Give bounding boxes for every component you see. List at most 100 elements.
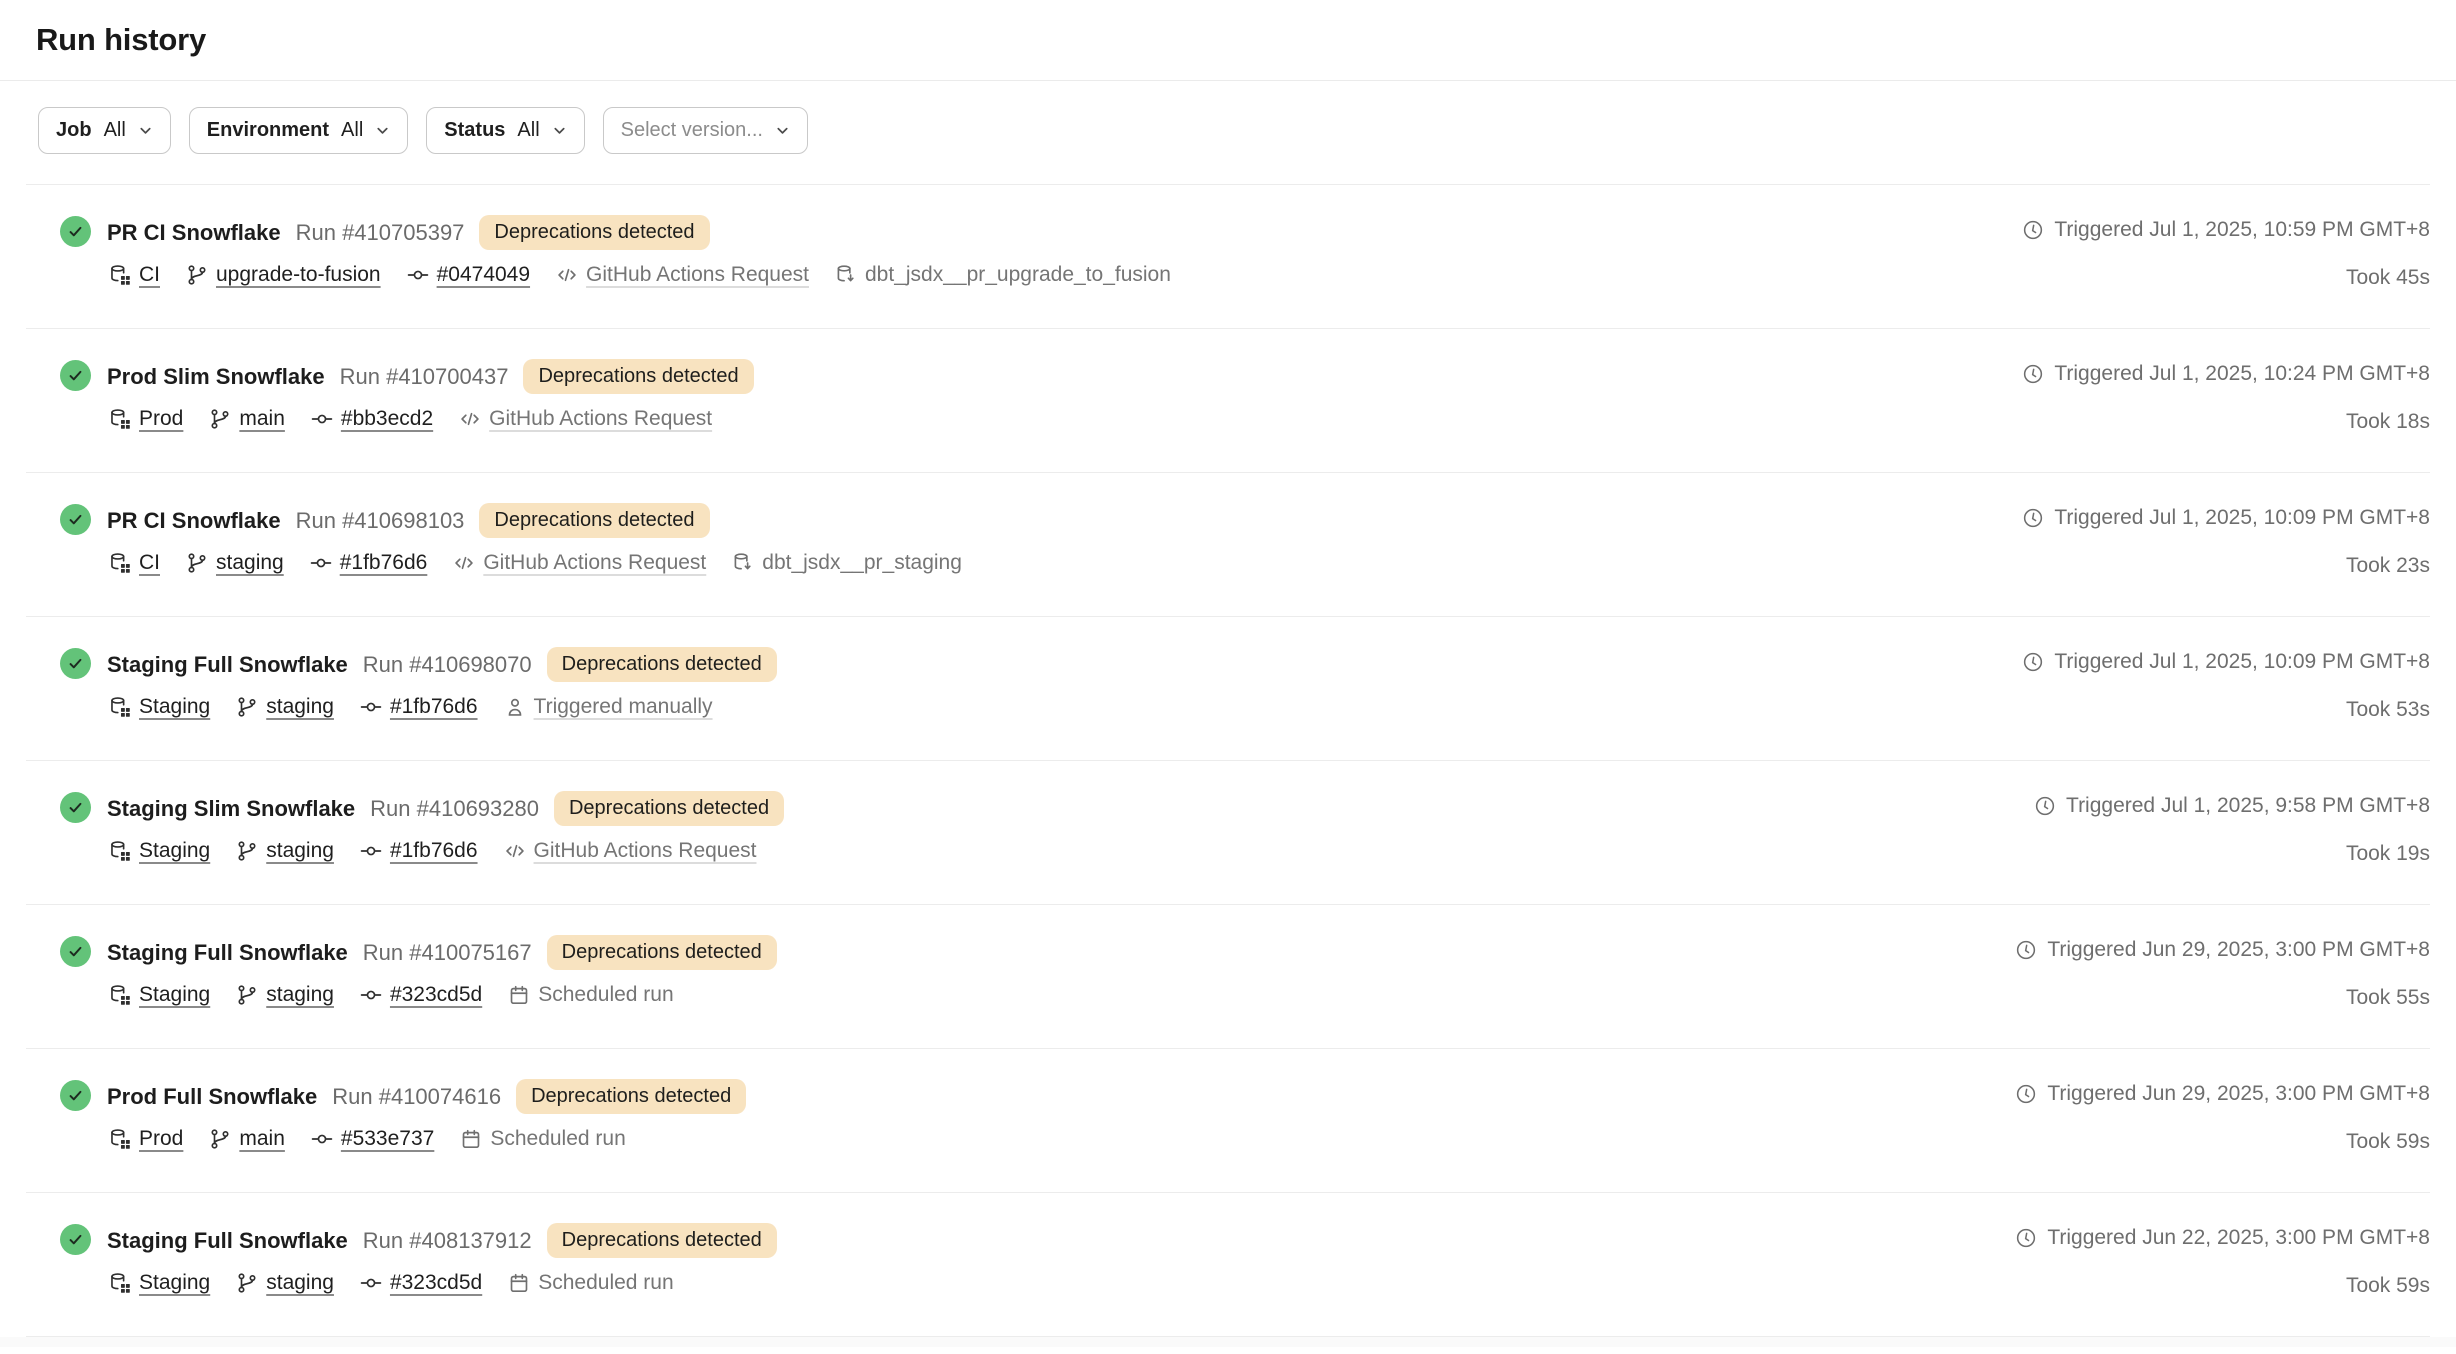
run-row: Staging Full Snowflake Run #410075167 De… bbox=[26, 905, 2430, 1049]
commit-link[interactable]: #1fb76d6 bbox=[390, 695, 478, 719]
run-info: Prod Slim Snowflake Run #410700437 Depre… bbox=[107, 359, 754, 431]
run-name-link[interactable]: Prod Slim Snowflake bbox=[107, 364, 325, 390]
filter-value: All bbox=[517, 119, 539, 142]
duration-text: Took 59s bbox=[2346, 1274, 2430, 1298]
trigger-segment-github: GitHub Actions Request bbox=[504, 839, 757, 863]
filter-label: Job bbox=[56, 119, 92, 142]
filter-dropdown[interactable]: Status All bbox=[426, 107, 584, 154]
schema-segment: dbt_jsdx__pr_staging bbox=[732, 551, 962, 575]
environment-segment: Staging bbox=[109, 839, 210, 863]
trigger-label: Scheduled run bbox=[538, 983, 673, 1007]
commit-link[interactable]: #0474049 bbox=[437, 263, 530, 287]
branch-link[interactable]: staging bbox=[216, 551, 284, 575]
branch-link[interactable]: upgrade-to-fusion bbox=[216, 263, 381, 287]
environment-segment: Prod bbox=[109, 407, 183, 431]
branch-link[interactable]: staging bbox=[266, 1271, 334, 1295]
run-row: Prod Slim Snowflake Run #410700437 Depre… bbox=[26, 329, 2430, 473]
run-main: Staging Slim Snowflake Run #410693280 De… bbox=[60, 791, 784, 863]
run-info: PR CI Snowflake Run #410705397 Deprecati… bbox=[107, 215, 1171, 287]
environment-icon bbox=[109, 552, 131, 574]
success-check-icon bbox=[60, 504, 91, 535]
run-detail-line: CI staging #1fb76d6 bbox=[109, 551, 962, 575]
triggered-text: Triggered Jul 1, 2025, 10:09 PM GMT+8 bbox=[2054, 506, 2430, 530]
trigger-label[interactable]: GitHub Actions Request bbox=[483, 551, 706, 575]
environment-link[interactable]: Prod bbox=[139, 1127, 183, 1151]
run-title-line: Staging Full Snowflake Run #410698070 De… bbox=[107, 647, 777, 682]
calendar-icon bbox=[508, 1272, 530, 1294]
environment-link[interactable]: Staging bbox=[139, 983, 210, 1007]
run-number: Run #408137912 bbox=[363, 1228, 532, 1254]
environment-icon bbox=[109, 264, 131, 286]
run-name-link[interactable]: Staging Full Snowflake bbox=[107, 1228, 348, 1254]
duration-text: Took 18s bbox=[2346, 410, 2430, 434]
environment-link[interactable]: Prod bbox=[139, 407, 183, 431]
run-row: Staging Full Snowflake Run #408137912 De… bbox=[26, 1193, 2430, 1337]
code-icon bbox=[453, 552, 475, 574]
filter-dropdown[interactable]: Job All bbox=[38, 107, 171, 154]
run-name-link[interactable]: PR CI Snowflake bbox=[107, 508, 281, 534]
branch-segment: main bbox=[209, 407, 285, 431]
commit-link[interactable]: #533e737 bbox=[341, 1127, 434, 1151]
environment-link[interactable]: Staging bbox=[139, 1271, 210, 1295]
run-name-link[interactable]: Staging Full Snowflake bbox=[107, 940, 348, 966]
run-name-link[interactable]: Staging Full Snowflake bbox=[107, 652, 348, 678]
triggered-time: Triggered Jun 29, 2025, 3:00 PM GMT+8 bbox=[2015, 938, 2430, 962]
filter-dropdown[interactable]: Environment All bbox=[189, 107, 408, 154]
git-commit-icon bbox=[360, 840, 382, 862]
run-title-line: PR CI Snowflake Run #410698103 Deprecati… bbox=[107, 503, 962, 538]
environment-link[interactable]: Staging bbox=[139, 695, 210, 719]
environment-icon bbox=[109, 840, 131, 862]
run-name-link[interactable]: Prod Full Snowflake bbox=[107, 1084, 317, 1110]
run-title-line: Prod Slim Snowflake Run #410700437 Depre… bbox=[107, 359, 754, 394]
branch-link[interactable]: main bbox=[239, 1127, 285, 1151]
commit-link[interactable]: #1fb76d6 bbox=[340, 551, 428, 575]
trigger-label[interactable]: Triggered manually bbox=[534, 695, 713, 719]
run-number: Run #410705397 bbox=[296, 220, 465, 246]
deprecations-badge: Deprecations detected bbox=[547, 935, 777, 970]
commit-segment: #0474049 bbox=[407, 263, 530, 287]
version-filter-placeholder: Select version... bbox=[621, 119, 763, 142]
schema-segment: dbt_jsdx__pr_upgrade_to_fusion bbox=[835, 263, 1171, 287]
schema-database-icon bbox=[835, 264, 857, 286]
git-commit-icon bbox=[311, 1128, 333, 1150]
run-meta: Triggered Jul 1, 2025, 10:09 PM GMT+8 To… bbox=[2022, 647, 2430, 722]
person-icon bbox=[504, 696, 526, 718]
git-branch-icon bbox=[236, 1272, 258, 1294]
environment-segment: Staging bbox=[109, 983, 210, 1007]
triggered-text: Triggered Jul 1, 2025, 10:24 PM GMT+8 bbox=[2054, 362, 2430, 386]
commit-link[interactable]: #1fb76d6 bbox=[390, 839, 478, 863]
run-title-line: Staging Slim Snowflake Run #410693280 De… bbox=[107, 791, 784, 826]
branch-link[interactable]: staging bbox=[266, 839, 334, 863]
run-detail-line: CI upgrade-to-fusion #0474 bbox=[109, 263, 1171, 287]
run-main: Staging Full Snowflake Run #410075167 De… bbox=[60, 935, 777, 1007]
run-name-link[interactable]: PR CI Snowflake bbox=[107, 220, 281, 246]
trigger-label[interactable]: GitHub Actions Request bbox=[534, 839, 757, 863]
environment-icon bbox=[109, 408, 131, 430]
branch-link[interactable]: staging bbox=[266, 695, 334, 719]
run-name-link[interactable]: Staging Slim Snowflake bbox=[107, 796, 355, 822]
environment-link[interactable]: CI bbox=[139, 263, 160, 287]
environment-link[interactable]: CI bbox=[139, 551, 160, 575]
environment-link[interactable]: Staging bbox=[139, 839, 210, 863]
calendar-icon bbox=[460, 1128, 482, 1150]
clock-icon bbox=[2015, 939, 2037, 961]
run-number: Run #410693280 bbox=[370, 796, 539, 822]
branch-link[interactable]: main bbox=[239, 407, 285, 431]
success-check-icon bbox=[60, 648, 91, 679]
commit-link[interactable]: #323cd5d bbox=[390, 1271, 482, 1295]
deprecations-badge: Deprecations detected bbox=[479, 215, 709, 250]
branch-link[interactable]: staging bbox=[266, 983, 334, 1007]
branch-segment: staging bbox=[236, 983, 334, 1007]
git-branch-icon bbox=[186, 264, 208, 286]
commit-link[interactable]: #323cd5d bbox=[390, 983, 482, 1007]
trigger-label[interactable]: GitHub Actions Request bbox=[489, 407, 712, 431]
triggered-text: Triggered Jul 1, 2025, 10:09 PM GMT+8 bbox=[2054, 650, 2430, 674]
version-filter-dropdown[interactable]: Select version... bbox=[603, 107, 808, 154]
trigger-label[interactable]: GitHub Actions Request bbox=[586, 263, 809, 287]
commit-link[interactable]: #bb3ecd2 bbox=[341, 407, 433, 431]
git-branch-icon bbox=[209, 408, 231, 430]
trigger-label: Scheduled run bbox=[538, 1271, 673, 1295]
chevron-down-icon bbox=[375, 123, 390, 138]
git-commit-icon bbox=[360, 984, 382, 1006]
triggered-text: Triggered Jul 1, 2025, 9:58 PM GMT+8 bbox=[2066, 794, 2430, 818]
